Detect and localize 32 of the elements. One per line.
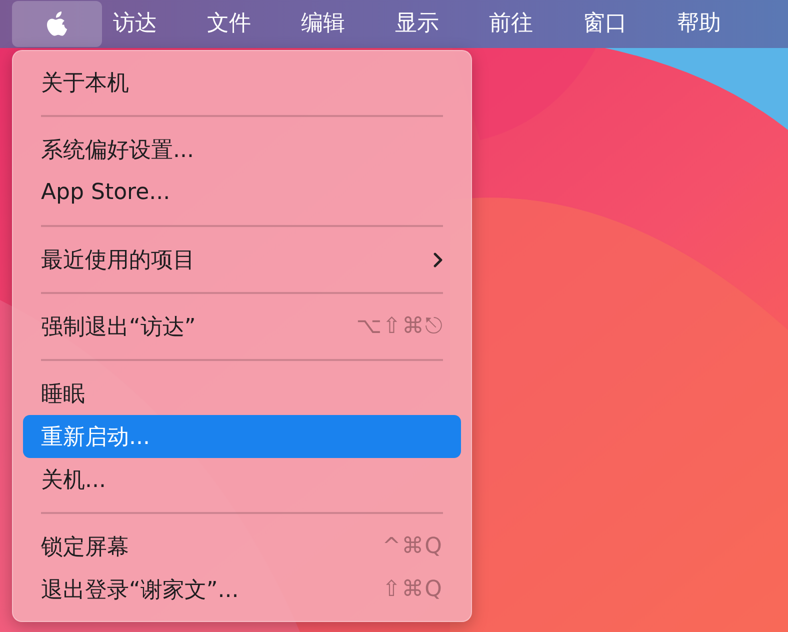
menu-item-label: 睡眠 (41, 380, 86, 408)
apple-menu-button[interactable] (12, 1, 102, 47)
menu-bar-item[interactable]: 显示 (384, 1, 478, 47)
menu-item[interactable]: 关机... (23, 458, 461, 501)
menu-item-label: 系统偏好设置... (41, 136, 195, 164)
menu-item-label: 锁定屏幕 (41, 534, 130, 562)
menu-item[interactable]: 锁定屏幕 ^⌘Q (23, 525, 461, 568)
menu-item[interactable]: App Store... (23, 171, 461, 214)
menu-bar-item[interactable]: 访达 (102, 1, 196, 47)
menu-item[interactable]: 系统偏好设置... (23, 128, 461, 171)
apple-icon (46, 11, 68, 37)
keyboard-shortcut: ⌥⇧⌘⎋ (356, 314, 443, 339)
menu-item-label: 退出登录“谢家文”... (41, 576, 240, 604)
menu-item-label: 关机... (41, 466, 107, 494)
menu-item[interactable]: 最近使用的项目 (23, 238, 461, 281)
menu-item[interactable]: 睡眠 (23, 372, 461, 415)
menu-bar-item[interactable]: 前往 (478, 1, 572, 47)
menu-bar-item[interactable]: 窗口 (572, 1, 666, 47)
menu-item-label: 重新启动... (41, 424, 151, 452)
menu-bar-item[interactable]: 文件 (196, 1, 290, 47)
menu-item-label: 最近使用的项目 (41, 246, 196, 274)
menu-bar-item[interactable]: 编辑 (290, 1, 384, 47)
menu-item[interactable]: 退出登录“谢家文”... ⇧⌘Q (23, 568, 461, 611)
menu-item-label: 强制退出“访达” (41, 314, 197, 342)
menu-item-label: App Store... (41, 180, 172, 205)
menu-bar-item[interactable]: 帮助 (666, 1, 760, 47)
keyboard-shortcut: ⇧⌘Q (382, 577, 443, 602)
menu-item[interactable]: 关于本机 (23, 61, 461, 104)
menu-item[interactable]: 重新启动... (23, 415, 461, 458)
menu-item[interactable]: 强制退出“访达” ⌥⇧⌘⎋ (23, 305, 461, 348)
keyboard-shortcut: ^⌘Q (382, 534, 443, 559)
menu-item-label: 关于本机 (41, 70, 130, 98)
